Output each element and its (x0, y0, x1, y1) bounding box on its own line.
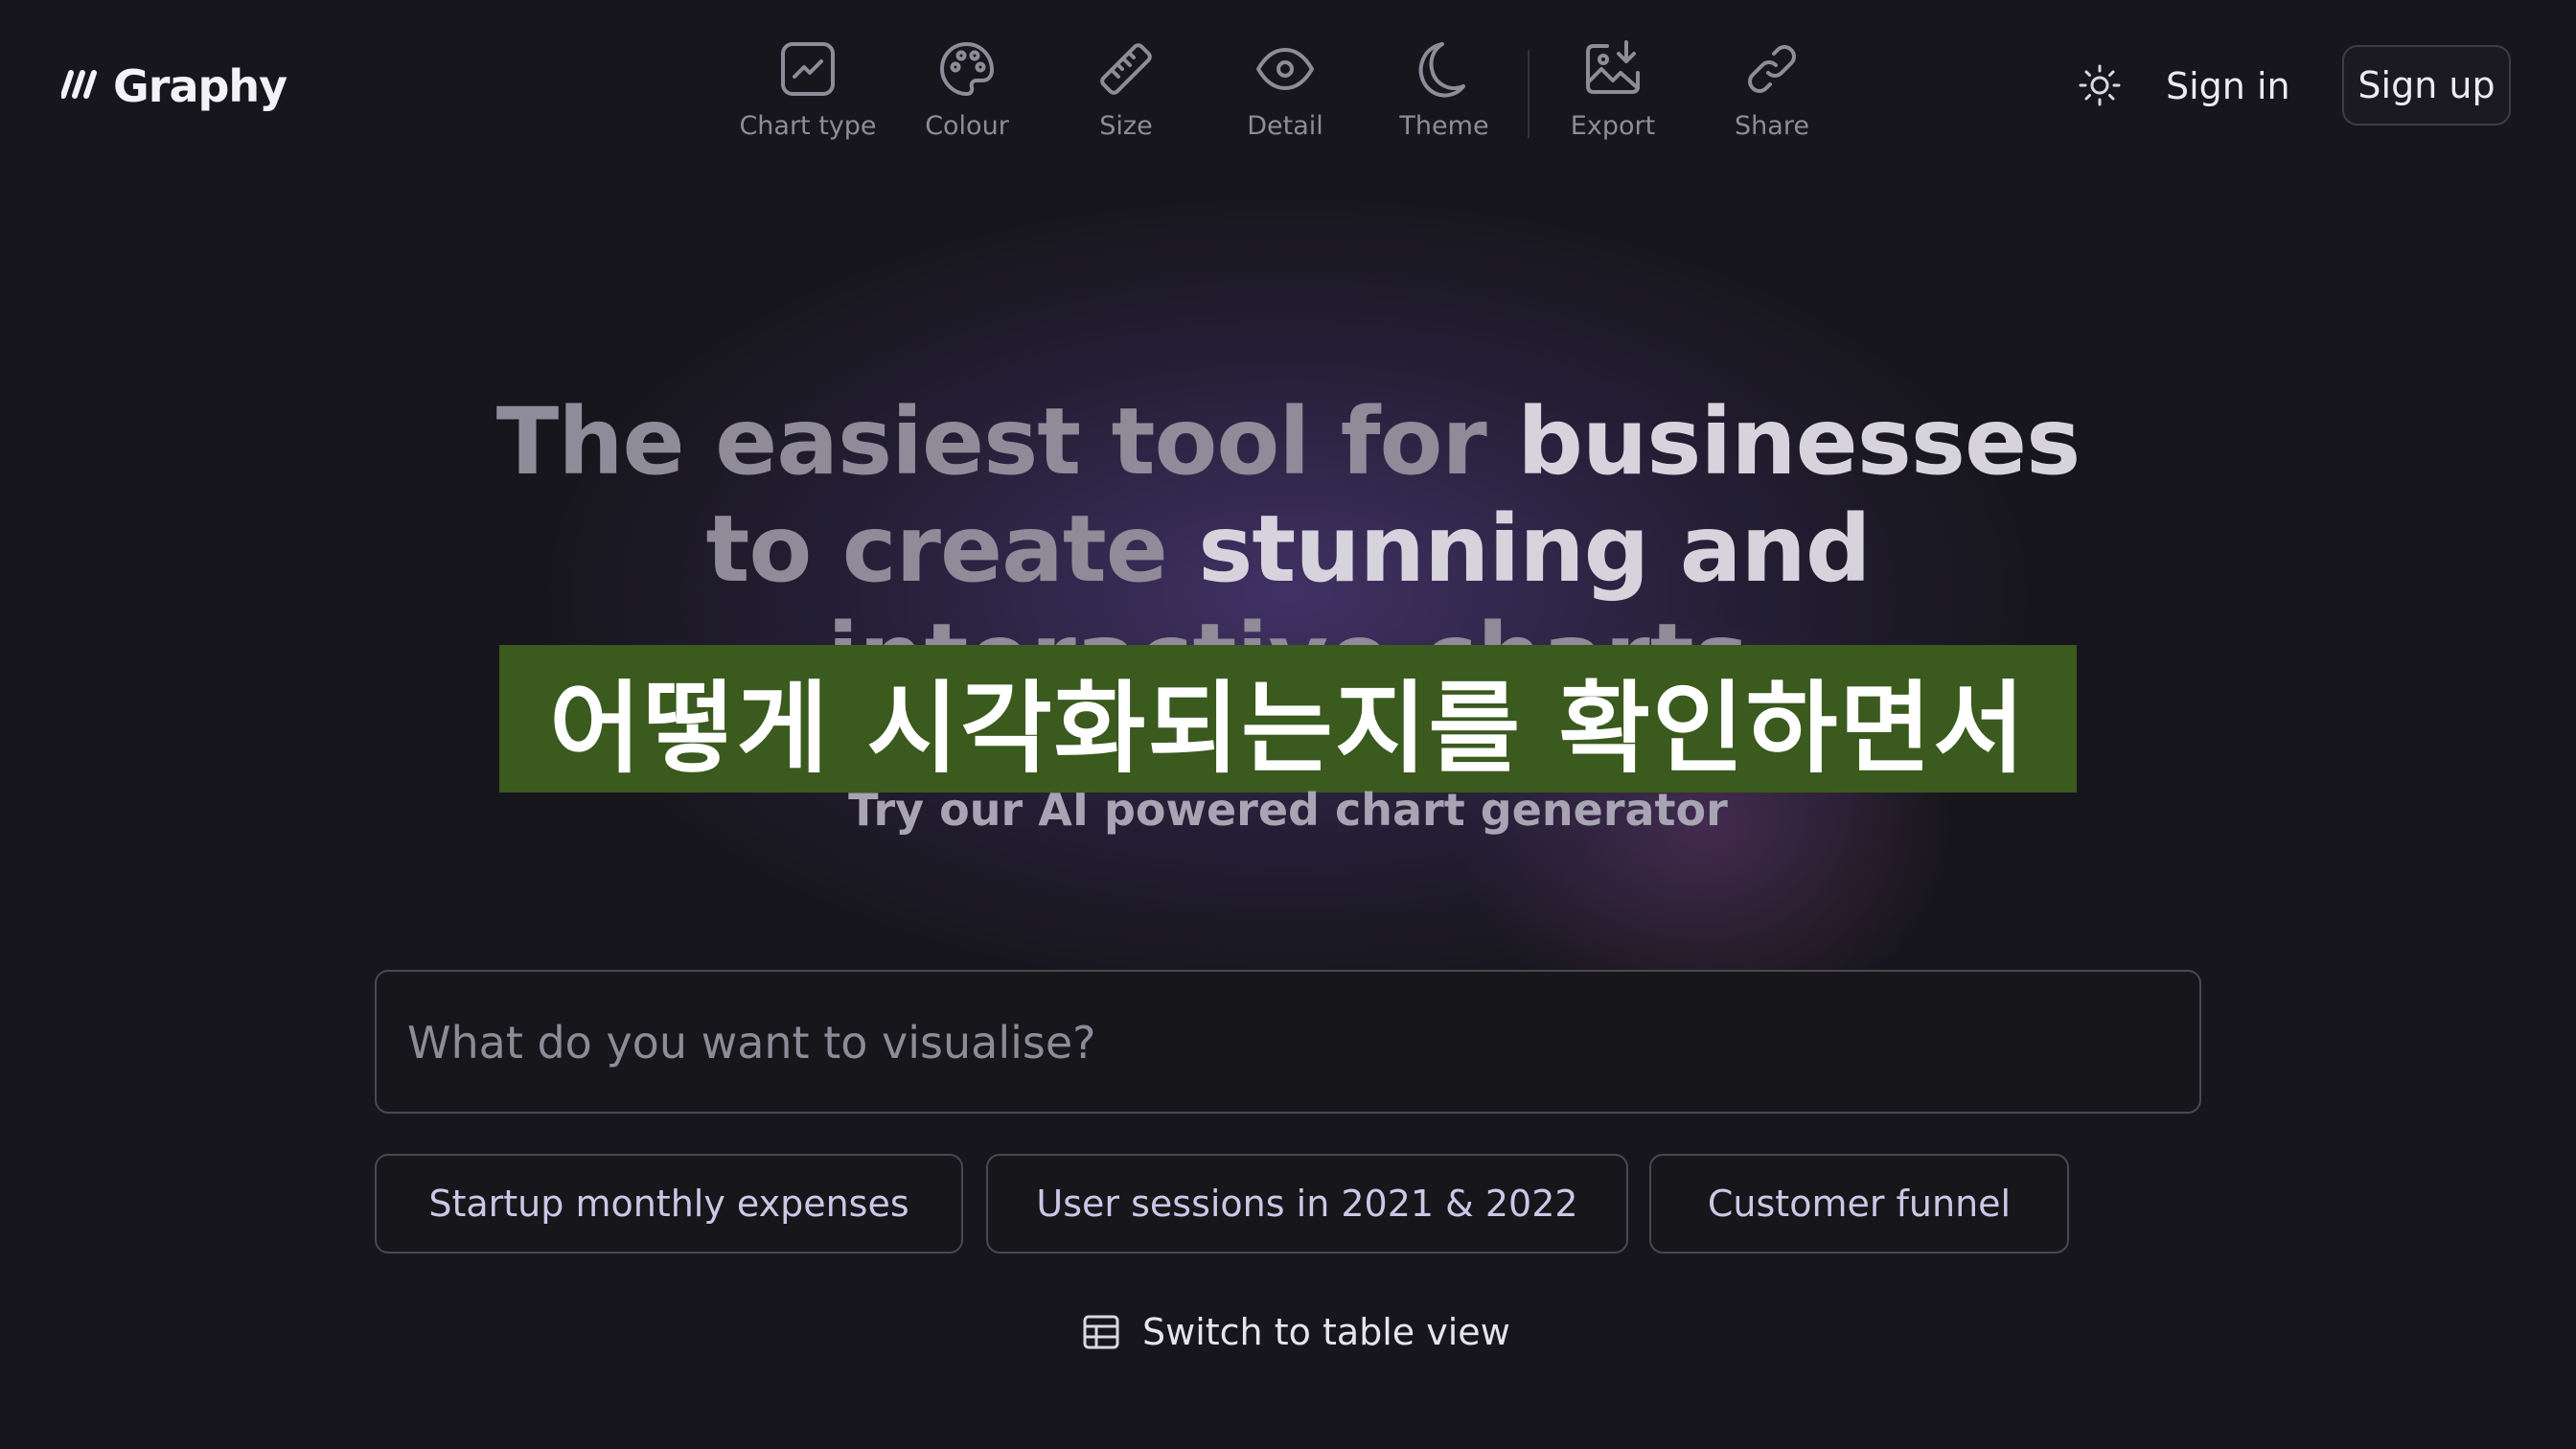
tool-label: Theme (1399, 111, 1489, 141)
prompt-box (375, 970, 2201, 1114)
chart-line-icon (781, 42, 835, 96)
palette-icon (939, 41, 995, 97)
tool-colour[interactable]: Colour (887, 38, 1046, 141)
hero-line-2: to create stunning and (330, 495, 2246, 603)
tool-label: Colour (925, 111, 1009, 141)
link-icon (1748, 45, 1796, 93)
hero-line-1: The easiest tool for businesses (330, 388, 2246, 495)
hero-headline: The easiest tool for businesses to creat… (330, 388, 2246, 603)
tool-size[interactable]: Size (1046, 38, 1206, 141)
hero-subtitle: Try our AI powered chart generator (848, 784, 1728, 836)
suggestion-chip[interactable]: Customer funnel (1649, 1154, 2069, 1254)
tool-detail[interactable]: Detail (1206, 38, 1365, 141)
table-icon (1083, 1315, 1119, 1349)
switch-to-table-button[interactable]: Switch to table view (1081, 1305, 1510, 1359)
graphy-logo-icon (61, 70, 97, 99)
sun-icon[interactable] (2078, 63, 2122, 107)
video-caption: 어떻게 시각화되는지를 확인하면서 (499, 645, 2077, 793)
tool-export[interactable]: Export (1533, 38, 1692, 141)
hero-line-1-dim: The easiest tool for (495, 388, 1518, 495)
caption-text: 어떻게 시각화되는지를 확인하면서 (549, 669, 2027, 787)
tool-label: Detail (1247, 111, 1323, 141)
chart-toolbar: Chart type Colour Size Detail Theme Expo… (728, 38, 1852, 153)
tool-share[interactable]: Share (1692, 38, 1852, 141)
hero-line-2-bright: stunning and (1198, 495, 1871, 603)
brand-name: Graphy (113, 60, 288, 112)
toolbar-divider (1528, 50, 1530, 138)
sign-up-button[interactable]: Sign up (2342, 45, 2511, 126)
suggestion-chip[interactable]: Startup monthly expenses (375, 1154, 963, 1254)
hero-line-2-dim: to create (705, 495, 1199, 603)
moon-icon (1418, 42, 1465, 98)
switch-to-table-label: Switch to table view (1142, 1311, 1510, 1353)
ruler-icon (1100, 43, 1152, 95)
sign-in-link[interactable]: Sign in (2166, 58, 2290, 115)
prompt-input[interactable] (405, 972, 2173, 1114)
tool-label: Chart type (739, 111, 877, 141)
eye-icon (1256, 48, 1314, 90)
image-download-icon (1586, 40, 1640, 94)
hero-line-1-bright: businesses (1517, 388, 2081, 495)
tool-label: Export (1570, 111, 1656, 141)
tool-label: Size (1099, 111, 1153, 141)
tool-theme[interactable]: Theme (1365, 38, 1524, 141)
tool-chart-type[interactable]: Chart type (728, 38, 887, 141)
tool-label: Share (1735, 111, 1809, 141)
brand-logo[interactable]: Graphy (61, 58, 288, 115)
suggestion-chip[interactable]: User sessions in 2021 & 2022 (986, 1154, 1628, 1254)
